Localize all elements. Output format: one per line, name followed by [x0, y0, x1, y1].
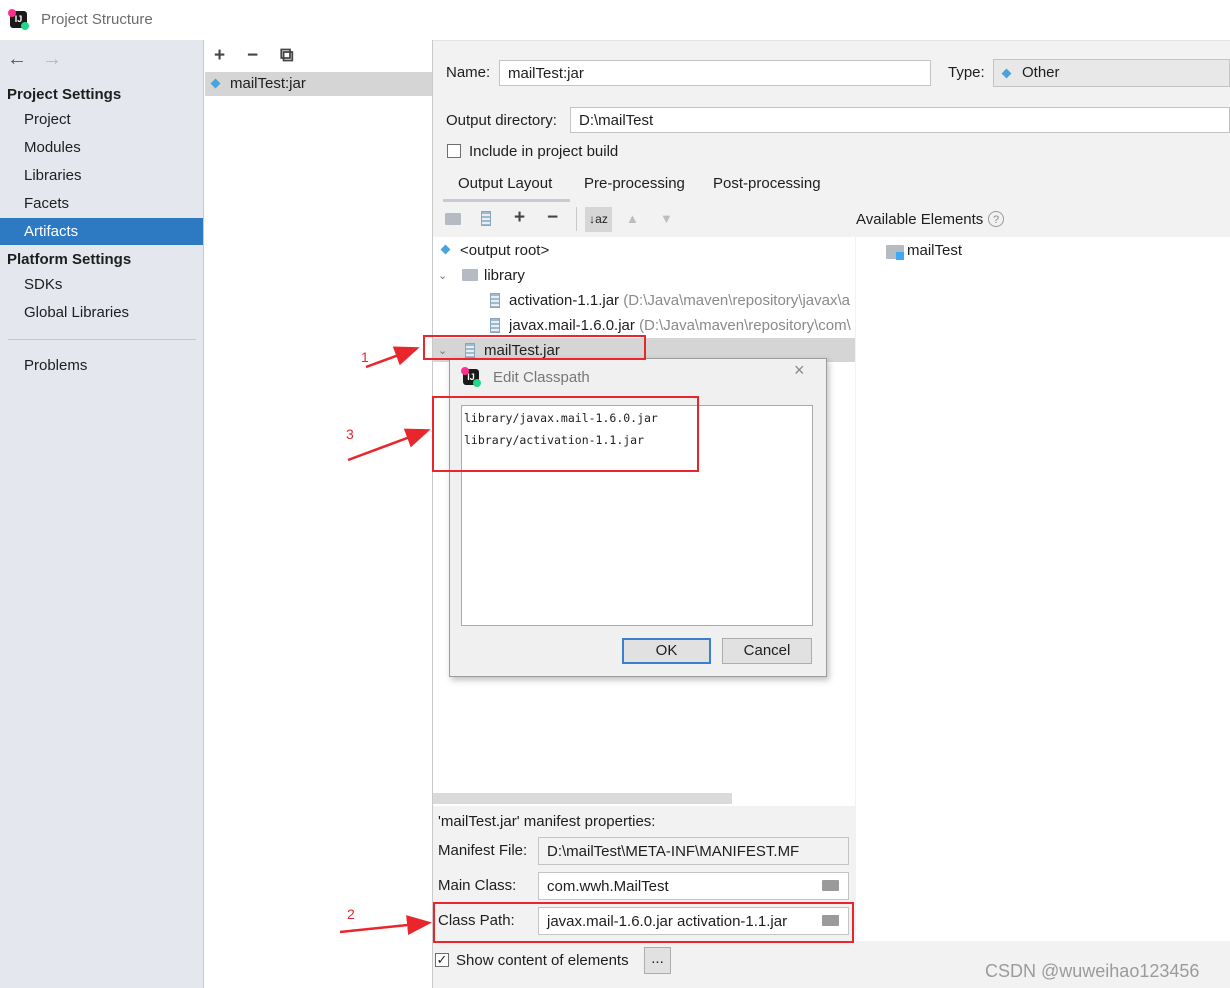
annotation-number-1: 1: [361, 349, 369, 365]
annotation-arrows: [339, 346, 432, 936]
annotation-arrow-1: [365, 346, 420, 369]
annotation-arrow-2: [339, 915, 432, 936]
annotation-arrow-3: [347, 428, 431, 462]
annotation-number-3: 3: [346, 426, 354, 442]
annotation-number-2: 2: [347, 906, 355, 922]
watermark: CSDN @wuweihao123456: [985, 961, 1200, 981]
